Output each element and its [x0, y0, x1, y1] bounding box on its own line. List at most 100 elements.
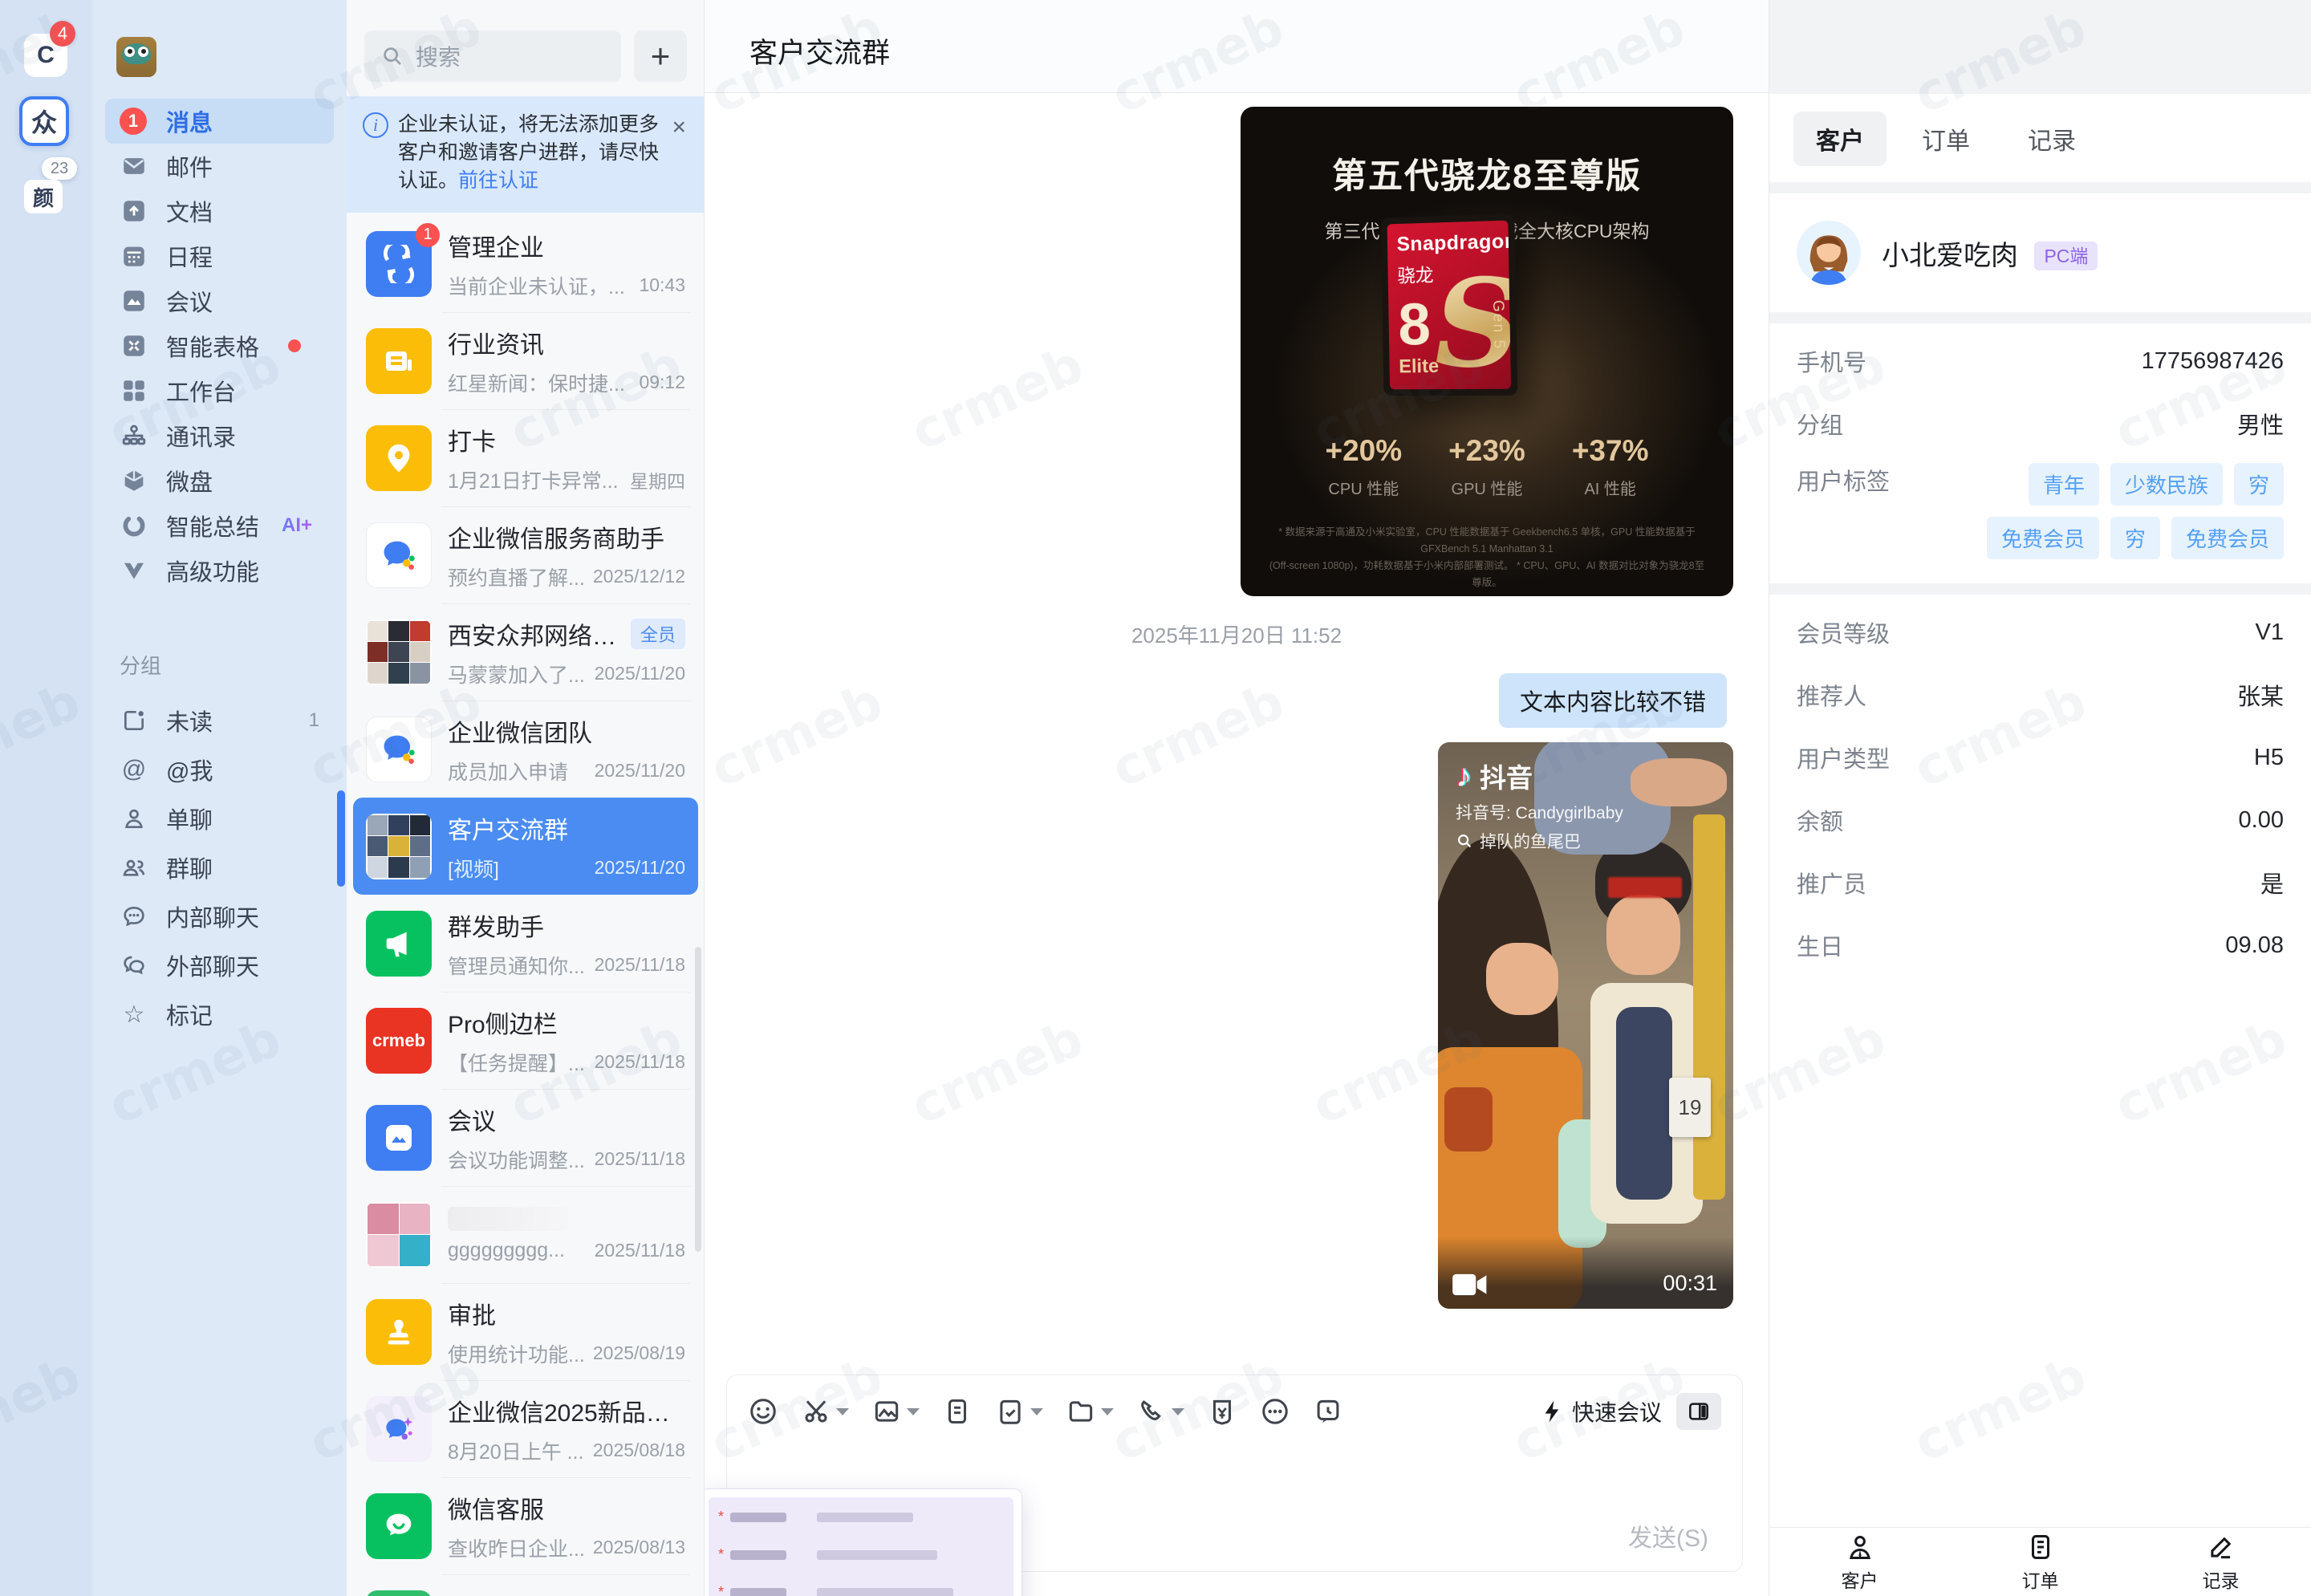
- summary-ring-icon: [120, 511, 148, 540]
- field-row: 推广员是: [1797, 872, 2284, 898]
- promo-footnote: (Off-screen 1080p)，功耗数据基于小米内部部署测试。 * CPU…: [1269, 560, 1705, 589]
- sidebar-item-drive[interactable]: 微盘: [105, 458, 334, 503]
- chat-item-blurred-group[interactable]: ggggggggg... 2025/11/18: [353, 1186, 698, 1283]
- panel-icon: [1689, 1403, 1708, 1420]
- snapdragon-chip: Snapdragon 骁龙 S 8 Elite Gen 5: [1380, 213, 1518, 396]
- bottom-tab-records[interactable]: 记录: [2130, 1528, 2311, 1596]
- bottom-tab-orders[interactable]: 订单: [1950, 1528, 2130, 1596]
- field-row: 用户类型 H5: [1797, 744, 2284, 774]
- tab-orders[interactable]: 订单: [1899, 112, 1992, 166]
- field-row: 推荐人 张某: [1797, 684, 2284, 710]
- more-icon[interactable]: [1260, 1396, 1290, 1427]
- image-icon[interactable]: [871, 1396, 920, 1427]
- tab-customer[interactable]: 客户: [1793, 112, 1887, 166]
- tab-records[interactable]: 记录: [2005, 112, 2098, 166]
- field-row: 手机号 17756987426: [1797, 347, 2284, 377]
- chat-list-scrollbar[interactable]: [695, 947, 701, 1252]
- sidebar-item-marked[interactable]: ☆ 标记: [105, 992, 334, 1037]
- chat-item-pro-sidebar[interactable]: crmeb Pro侧边栏 【任务提醒】... 2025/11/18: [353, 992, 698, 1089]
- user-avatar[interactable]: [116, 37, 156, 77]
- sweater-pattern: [1444, 1087, 1493, 1151]
- video-message[interactable]: 19 ♪ 抖音 抖音号: Candygirlbaby 掉队的鱼尾巴 00:31: [1438, 742, 1733, 1309]
- chat-item-meeting[interactable]: 会议 会议功能调整... 2025/11/18: [353, 1089, 698, 1186]
- workspace-zhong-selected[interactable]: 众: [19, 96, 69, 146]
- chat-item-manage-company[interactable]: 1 管理企业 当前企业未认证，... 10:43: [353, 215, 698, 312]
- phone-icon[interactable]: [1136, 1396, 1184, 1427]
- crmeb-logo: crmeb: [366, 1007, 432, 1074]
- chat-item-xian-zhongbang[interactable]: 西安众邦网络科... 全员 马蒙蒙加入了... 2025/11/20: [353, 603, 698, 701]
- nav-sidebar: 消息 1 邮件 文档 日程 会议 智能表格 工作台 通讯录 微盘 智能总结 AI…: [92, 0, 347, 1596]
- yellow-pole: [1693, 814, 1725, 1200]
- chat-item-industry-news[interactable]: 行业资讯 红星新闻：保时捷... 09:12: [353, 312, 698, 409]
- sidebar-item-calendar[interactable]: 日程: [105, 234, 334, 278]
- user-tag[interactable]: 免费会员: [1986, 517, 2099, 559]
- sidebar-item-mail[interactable]: 邮件: [105, 144, 334, 189]
- folder-icon[interactable]: [1066, 1396, 1114, 1427]
- group-avatar-grid: [366, 619, 432, 685]
- adult-arm: [1631, 758, 1727, 806]
- sidebar-scrollbar[interactable]: [337, 790, 345, 887]
- chat-item-wecom-provider[interactable]: 企业微信服务商助手 预约直播了解... 2025/12/12: [353, 506, 698, 603]
- screenshot-icon[interactable]: [801, 1396, 849, 1427]
- group-avatar-grid: [366, 1201, 432, 1268]
- sent-text-bubble[interactable]: 文本内容比较不错: [1498, 673, 1727, 728]
- sidebar-item-unread[interactable]: 未读 1: [105, 698, 334, 743]
- search-input[interactable]: 搜索: [364, 30, 621, 82]
- sidebar-item-workbench[interactable]: 工作台: [105, 368, 334, 413]
- customer-panel: 客户 订单 记录 小北爱吃肉 PC端 手机号 17756987426 分组 男性 用…: [1769, 0, 2311, 1596]
- chat-item-checkin[interactable]: 打卡 1月21日打卡异常... 星期四: [353, 409, 698, 506]
- file-icon[interactable]: [942, 1396, 973, 1427]
- chat-item-wecom-2025-launch[interactable]: 企业微信2025新品发布 8月20日上午 ... 2025/08/18: [353, 1380, 698, 1477]
- person-icon: [1849, 1535, 1870, 1559]
- chat-item-approval[interactable]: 审批 使用统计功能... 2025/08/19: [353, 1283, 698, 1380]
- sidebar-item-messages[interactable]: 消息 1: [105, 99, 334, 144]
- wecom-logo-icon: [366, 716, 432, 782]
- sidebar-item-advanced[interactable]: 高级功能: [105, 548, 334, 593]
- douyin-logo: ♪ 抖音: [1456, 757, 1533, 794]
- sidebar-item-group-chat[interactable]: 群聊: [105, 845, 334, 890]
- bottom-tab-customer[interactable]: 客户: [1769, 1528, 1950, 1596]
- meeting-icon: [120, 286, 148, 315]
- emoji-icon[interactable]: [748, 1396, 778, 1427]
- side-panel-toggle[interactable]: [1676, 1393, 1721, 1430]
- info-icon: i: [363, 112, 388, 138]
- go-verify-link[interactable]: 前往认证: [458, 169, 538, 192]
- sidebar-item-at-me[interactable]: @ @我: [105, 747, 334, 792]
- user-tag[interactable]: 穷: [2233, 463, 2284, 506]
- user-tag[interactable]: 少数民族: [2110, 463, 2223, 506]
- search-icon: [384, 47, 401, 65]
- sidebar-item-external-chat[interactable]: 外部聊天: [105, 943, 334, 988]
- red-packet-icon[interactable]: [1207, 1396, 1237, 1427]
- banner-close-icon[interactable]: ×: [672, 114, 686, 141]
- sidebar-item-internal-chat[interactable]: 内部聊天: [105, 894, 334, 939]
- chat-item-customer-group-selected[interactable]: 客户交流群 [视频] 2025/11/20: [353, 798, 698, 895]
- schedule-message-icon[interactable]: [1313, 1396, 1343, 1427]
- news-icon: [366, 327, 432, 394]
- form-popup-dialog[interactable]: * * * *: [705, 1488, 1022, 1596]
- customer-avatar[interactable]: [1797, 221, 1861, 285]
- quick-meeting-button[interactable]: 快速会议: [1540, 1395, 1662, 1427]
- sidebar-item-docs[interactable]: 文档: [105, 189, 334, 234]
- sidebar-item-smart-summary[interactable]: 智能总结 AI+: [105, 503, 334, 548]
- task-icon[interactable]: [995, 1396, 1043, 1427]
- user-tag[interactable]: 穷: [2110, 517, 2160, 559]
- user-tag[interactable]: 青年: [2028, 463, 2099, 506]
- sidebar-item-contacts[interactable]: 通讯录: [105, 413, 334, 458]
- send-button[interactable]: 发送(S): [1628, 1518, 1708, 1553]
- sidebar-item-meeting[interactable]: 会议: [105, 278, 334, 323]
- workspace-yan[interactable]: 颜: [24, 180, 63, 213]
- sidebar-item-smart-table[interactable]: 智能表格: [105, 323, 334, 368]
- add-button[interactable]: +: [634, 30, 687, 82]
- sidebar-item-single-chat[interactable]: 单聊: [105, 796, 334, 841]
- chat-item-wecom-team[interactable]: 企业微信团队 成员加入申请 2025/11/20: [353, 701, 698, 798]
- star-icon: ☆: [123, 1001, 145, 1028]
- unread-square-icon: [120, 706, 148, 735]
- chat-item-wechat-service[interactable]: 微信客服 查收昨日企业... 2025/08/13: [353, 1477, 698, 1574]
- promo-image-message[interactable]: 第五代骁龙8至尊版 第三代 3nm 工艺，搭载全大核CPU架构 Snapdrag…: [1241, 107, 1733, 596]
- user-tag[interactable]: 免费会员: [2171, 517, 2284, 559]
- chat-item-data-handover[interactable]: 数据资产交接: [353, 1574, 698, 1596]
- chat-item-broadcast-assistant[interactable]: 群发助手 管理员通知你... 2025/11/18: [353, 895, 698, 992]
- unread-count: 1: [308, 709, 319, 731]
- order-clipboard-icon: [2031, 1534, 2049, 1559]
- form-value-bar: [817, 1549, 938, 1560]
